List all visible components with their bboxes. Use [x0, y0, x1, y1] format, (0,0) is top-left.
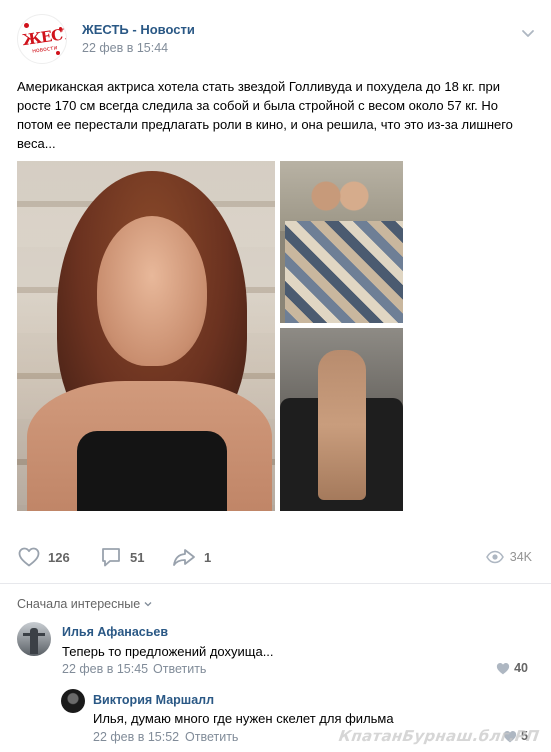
- post-photo-main[interactable]: [17, 161, 275, 511]
- group-name-link[interactable]: ЖЕСТЬ - Новости: [82, 22, 195, 37]
- post-photo-thin[interactable]: [280, 328, 403, 511]
- views-count: 34K: [509, 550, 532, 564]
- comment-count: 51: [130, 549, 145, 565]
- comment-date[interactable]: 22 фев в 15:45: [62, 662, 148, 676]
- post-header: ЖЕСТЬ новости ЖЕСТЬ - Новости 22 фев в 1…: [17, 14, 537, 64]
- divider: [0, 583, 551, 584]
- avatar[interactable]: [17, 622, 51, 656]
- photo-figure: [318, 350, 366, 500]
- comment-like-count: 40: [514, 661, 528, 675]
- comments-sort-label: Сначала интересные: [17, 597, 141, 611]
- comment-date[interactable]: 22 фев в 15:52: [93, 730, 179, 744]
- share-icon: [173, 549, 195, 566]
- heart-icon: [18, 547, 40, 567]
- post-date[interactable]: 22 фев в 15:44: [82, 41, 168, 55]
- post-actions: 126 51 1 34K: [17, 543, 532, 571]
- photo-clothing: [77, 431, 227, 511]
- eye-icon: [485, 550, 504, 564]
- group-avatar[interactable]: ЖЕСТЬ новости: [17, 14, 67, 64]
- views-counter: 34K: [485, 543, 532, 571]
- reply-button[interactable]: Ответить: [185, 730, 238, 744]
- comment-icon: [102, 548, 120, 567]
- like-button[interactable]: 126: [17, 543, 70, 571]
- post-menu-chevron-icon[interactable]: [519, 24, 537, 42]
- photo-face: [97, 216, 207, 366]
- comment-text: Илья, думаю много где нужен скелет для ф…: [93, 711, 394, 726]
- chevron-down-icon: [144, 602, 152, 607]
- splat-decoration: [24, 23, 29, 28]
- comment-item: Илья Афанасьев Теперь то предложений дох…: [17, 622, 532, 682]
- photo-quilt: [285, 221, 403, 323]
- watermark: КпатанБурнаш.блг.РП: [337, 727, 541, 745]
- share-count: 1: [204, 549, 212, 565]
- comment-author[interactable]: Илья Афанасьев: [62, 625, 168, 639]
- share-button[interactable]: 1: [171, 543, 211, 571]
- splat-decoration: [56, 51, 60, 55]
- comment-like-button[interactable]: 40: [496, 661, 528, 675]
- post-text: Американская актриса хотела стать звездо…: [17, 79, 513, 151]
- post-photo-hospital[interactable]: [280, 161, 403, 323]
- comment-text: Теперь то предложений дохуища...: [62, 644, 274, 659]
- comments-sort-dropdown[interactable]: Сначала интересные: [17, 597, 153, 611]
- like-count: 126: [48, 549, 70, 565]
- comment-author[interactable]: Виктория Маршалл: [93, 693, 214, 707]
- avatar-statue-arms: [23, 633, 45, 636]
- photo-people: [305, 176, 375, 216]
- reply-button[interactable]: Ответить: [153, 662, 206, 676]
- comment-button[interactable]: 51: [99, 543, 144, 571]
- avatar-statue: [30, 628, 38, 654]
- avatar[interactable]: [61, 689, 85, 713]
- heart-icon: [496, 662, 510, 674]
